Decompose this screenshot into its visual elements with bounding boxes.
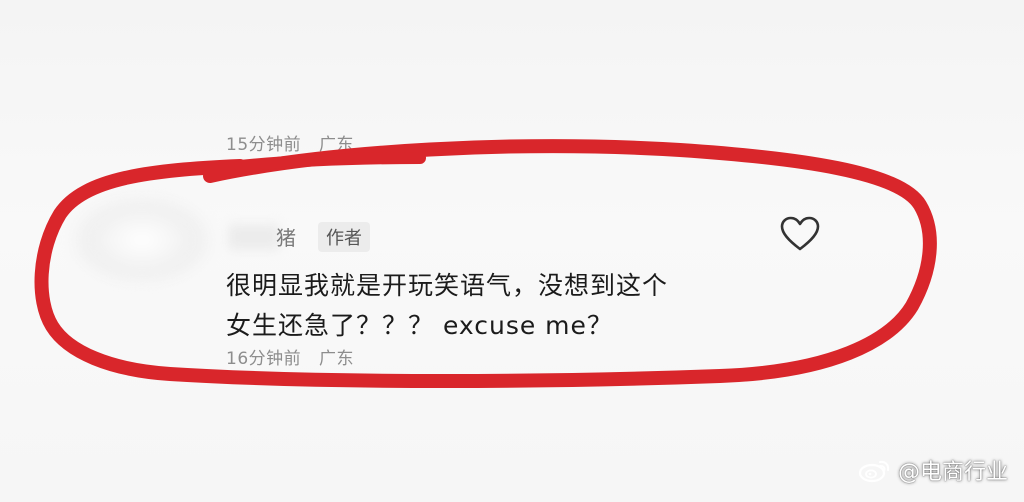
comment-text-line-1: 很明显我就是开玩笑语气，没想到这个 — [226, 271, 669, 300]
author-badge: 作者 — [318, 222, 370, 252]
username[interactable]: 猪 — [276, 222, 296, 251]
comment-location: 广东 — [319, 349, 355, 369]
watermark: @电商行业 — [858, 454, 1008, 486]
avatar[interactable] — [72, 196, 212, 284]
comment-time: 16分钟前 — [226, 349, 302, 369]
weibo-logo-icon — [858, 460, 890, 483]
username-blurred — [228, 224, 280, 250]
comment-item: 猪 作者 很明显我就是开玩笑语气，没想到这个 女生还急了？？？ excuse m… — [0, 0, 1024, 502]
screenshot-screen: 15分钟前 广东 猪 作者 很明显我就是开玩笑语气，没想到这个 女生还急了？？？… — [0, 0, 1024, 502]
comment-meta: 16分钟前 广东 — [226, 344, 354, 369]
comment-text-line-2: 女生还急了？？？ excuse me？ — [226, 311, 613, 340]
heart-outline-icon[interactable] — [780, 216, 820, 252]
comment-text: 很明显我就是开玩笑语气，没想到这个 女生还急了？？？ excuse me？ — [226, 266, 746, 346]
watermark-text: @电商行业 — [897, 460, 1008, 485]
